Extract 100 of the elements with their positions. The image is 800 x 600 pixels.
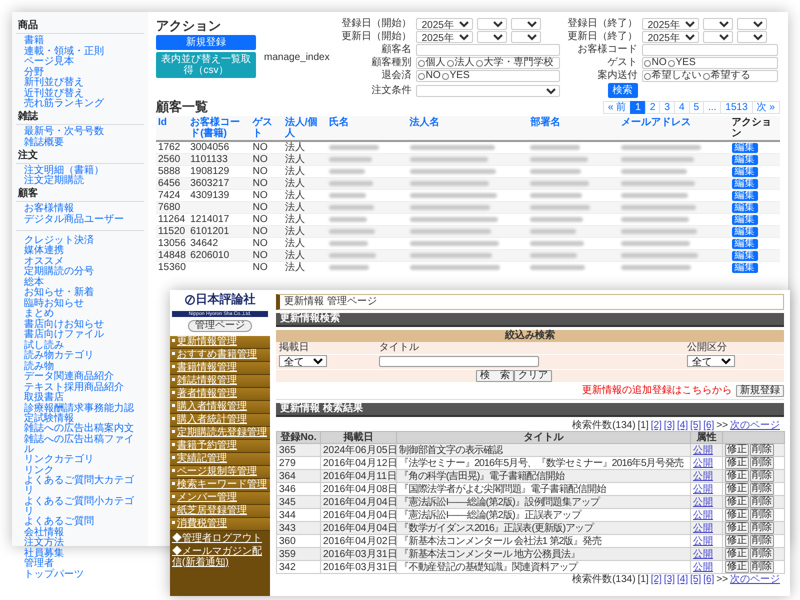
month-select[interactable] [702, 31, 733, 43]
page-link[interactable]: [1] [638, 574, 649, 585]
sidebar-link[interactable]: 定期購読の分号 [16, 267, 144, 277]
page-link[interactable]: 3 [659, 101, 675, 114]
edit-button[interactable]: 編集 [732, 203, 758, 213]
page-link[interactable]: [2] [650, 420, 662, 431]
sidebar-link[interactable]: 連載・領域・正則 [16, 46, 144, 56]
edit-button[interactable]: 修正 [725, 561, 749, 573]
day-select[interactable] [510, 18, 541, 30]
delete-button[interactable]: 削除 [750, 561, 774, 573]
export-button[interactable]: 表内並び替え一覧取得（csv） [156, 52, 256, 78]
edit-button[interactable]: 修正 [725, 444, 749, 456]
sidebar-link[interactable]: ページ見本 [16, 57, 144, 67]
sidebar-link[interactable]: 診療報酬請求事務能力認定試験情報 [16, 404, 144, 424]
sidebar-link[interactable]: オススメ [16, 256, 144, 266]
page-link[interactable]: 4 [674, 101, 690, 114]
next-link[interactable]: 次のページ [730, 420, 780, 431]
radio-button[interactable] [668, 60, 675, 66]
sidebar-link[interactable]: トップパーツ [16, 570, 144, 580]
admin-button[interactable]: 管理ページ [188, 320, 252, 332]
sidebar-link[interactable]: 新刊並び替え [16, 78, 144, 88]
edit-button[interactable]: 修正 [725, 457, 749, 469]
radio-button[interactable] [702, 72, 710, 80]
delete-button[interactable]: 削除 [750, 483, 774, 495]
sidebar-link[interactable]: お知らせ・新着 [16, 288, 144, 298]
page-link[interactable]: 1513 [720, 101, 753, 114]
delete-button[interactable]: 削除 [750, 457, 774, 469]
month-select[interactable] [476, 31, 507, 43]
page-link[interactable]: ... [703, 101, 722, 114]
sidebar-link[interactable]: 雑誌概要 [16, 138, 144, 148]
page-link[interactable]: [5] [690, 574, 702, 585]
sidebar-link[interactable]: 会社情報 [16, 528, 144, 538]
page-link[interactable]: [6] [703, 420, 714, 431]
column-header[interactable]: 法人/個人 [282, 116, 328, 141]
edit-button[interactable]: 修正 [725, 496, 749, 508]
sidebar-link[interactable]: 売れ筋ランキング [16, 99, 144, 109]
day-select[interactable] [510, 31, 541, 43]
sidebar-link[interactable]: デジタル商品ユーザー [16, 214, 144, 224]
delete-button[interactable]: 削除 [750, 444, 774, 456]
page-link[interactable]: [1] [638, 420, 649, 431]
sidebar-link[interactable]: 管理者 [16, 559, 144, 569]
sidebar-link[interactable]: 読み物 [16, 362, 144, 372]
column-header[interactable]: 氏名 [327, 116, 408, 141]
radio-button[interactable] [476, 60, 483, 66]
radio-button[interactable] [418, 72, 425, 80]
edit-button[interactable]: 修正 [725, 548, 749, 560]
delete-button[interactable]: 削除 [750, 470, 774, 482]
page-link[interactable]: [3] [664, 420, 675, 431]
year-select[interactable]: 2025年 [642, 31, 699, 43]
column-header[interactable]: メールアドレス [618, 116, 730, 141]
new-button[interactable]: 新規登録 [156, 35, 256, 50]
sidebar-link[interactable]: よくあるご質問小カテゴリ [16, 496, 144, 516]
edit-button[interactable]: 修正 [725, 483, 749, 495]
sidebar-link[interactable]: データ関連商品紹介 [16, 372, 144, 382]
sidebar-link[interactable]: よくあるご質問大カテゴリ [16, 476, 144, 496]
sidebar-link[interactable]: 取扱書店 [16, 393, 144, 403]
sidebar-link[interactable]: 雑誌への広告出稿ファイル [16, 434, 144, 454]
edit-button[interactable]: 修正 [725, 509, 749, 521]
register-button[interactable]: 新規登録 [736, 385, 784, 397]
text-field[interactable] [642, 44, 778, 56]
column-header[interactable]: 法人名 [408, 116, 528, 141]
column-header[interactable]: Id [156, 116, 188, 141]
radio-button[interactable] [418, 60, 425, 66]
page-link[interactable]: [2] [650, 574, 662, 585]
edit-button[interactable]: 編集 [732, 227, 758, 237]
delete-button[interactable]: 削除 [750, 535, 774, 547]
sidebar-link[interactable]: リンク [16, 466, 144, 476]
next-link[interactable]: 次のページ [730, 574, 780, 585]
month-select[interactable] [702, 18, 733, 30]
year-select[interactable]: 2025年 [416, 31, 473, 43]
page-link[interactable]: [6] [703, 574, 714, 585]
edit-button[interactable]: 修正 [725, 522, 749, 534]
sidebar-link[interactable]: お客様情報 [16, 204, 144, 214]
sidebar-link[interactable]: クレジット決済 [16, 236, 144, 246]
sidebar-link[interactable]: まとめ [16, 309, 144, 319]
text-field[interactable] [416, 44, 560, 56]
day-select[interactable] [736, 18, 767, 30]
sidebar-link[interactable]: 臨時お知らせ [16, 298, 144, 308]
column-header[interactable]: ゲスト [250, 116, 283, 141]
sidebar-link[interactable]: 近刊並び替え [16, 88, 144, 98]
radio-button[interactable] [442, 72, 449, 80]
menu-link[interactable]: ◆管理者ログアウト [170, 530, 270, 544]
radio-button[interactable] [644, 60, 651, 66]
edit-button[interactable]: 修正 [725, 535, 749, 547]
sidebar-link[interactable]: 試し読み [16, 340, 144, 350]
sidebar-link[interactable]: 最新号・次号号数 [16, 127, 144, 137]
clear-button[interactable]: クリア [514, 370, 552, 382]
edit-button[interactable]: 修正 [725, 470, 749, 482]
date-select[interactable]: 全て [279, 355, 327, 367]
sidebar-link[interactable]: 注文明細（書籍） [16, 166, 144, 176]
radio-button[interactable] [644, 72, 651, 80]
sidebar-link[interactable]: 媒体連携 [16, 246, 144, 256]
sidebar-link[interactable]: 書店向けファイル [16, 330, 144, 340]
sidebar-link[interactable]: 分野 [16, 68, 144, 78]
sidebar-link[interactable]: よくあるご質問 [16, 517, 144, 527]
menu-link[interactable]: ◆メールマガジン配信(新着通知) [170, 544, 270, 568]
sidebar-link[interactable]: 書店向けお知らせ [16, 320, 144, 330]
sidebar-link[interactable]: 書籍 [16, 36, 144, 46]
delete-button[interactable]: 削除 [750, 522, 774, 534]
radio-button[interactable] [446, 60, 454, 66]
